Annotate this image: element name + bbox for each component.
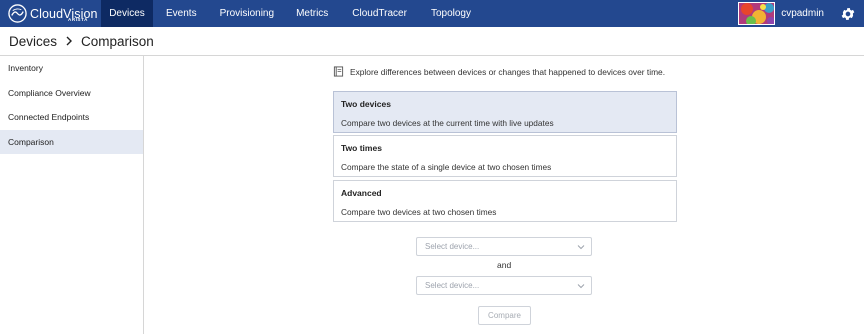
cloudvision-logo-icon	[8, 4, 27, 23]
chevron-right-icon	[65, 34, 73, 49]
device-select-placeholder: Select device...	[425, 281, 480, 290]
nav-metrics[interactable]: Metrics	[296, 0, 328, 27]
device-select-placeholder: Select device...	[425, 242, 480, 251]
brand-sub: ARISTA	[68, 17, 89, 22]
compare-button[interactable]: Compare	[478, 306, 531, 325]
avatar[interactable]	[738, 2, 776, 25]
device-select-1[interactable]: Select device...	[416, 237, 592, 256]
intro-text: Explore differences between devices or c…	[350, 66, 666, 77]
option-desc: Compare two devices at two chosen times	[341, 207, 497, 217]
nav-provisioning[interactable]: Provisioning	[220, 0, 274, 27]
and-label: and	[497, 260, 512, 270]
page-title: Comparison	[81, 33, 154, 49]
option-title: Two devices	[341, 99, 391, 109]
nav-devices[interactable]: Devices	[101, 0, 153, 27]
sidebar: Inventory Compliance Overview Connected …	[0, 56, 144, 334]
gear-icon[interactable]	[840, 6, 856, 22]
chevron-down-icon	[577, 245, 585, 250]
breadcrumb-devices[interactable]: Devices	[9, 34, 57, 49]
breadcrumb: Devices Comparison	[0, 27, 864, 56]
brand-logo[interactable]: CloudVision ARISTA	[0, 0, 101, 27]
option-desc: Compare the state of a single device at …	[341, 162, 552, 172]
nav-topology[interactable]: Topology	[431, 0, 471, 27]
option-two-times[interactable]: Two times Compare the state of a single …	[333, 135, 677, 177]
device-select-2[interactable]: Select device...	[416, 276, 592, 295]
nav-events[interactable]: Events	[166, 0, 197, 27]
nav-cloudtracer[interactable]: CloudTracer	[352, 0, 407, 27]
option-two-devices[interactable]: Two devices Compare two devices at the c…	[333, 91, 677, 133]
username[interactable]: cvpadmin	[781, 8, 824, 19]
top-nav: CloudVision ARISTA Devices Events Provis…	[0, 0, 864, 27]
sidebar-item-inventory[interactable]: Inventory	[0, 56, 143, 81]
option-title: Advanced	[341, 188, 382, 198]
chevron-down-icon	[577, 284, 585, 289]
option-desc: Compare two devices at the current time …	[341, 118, 554, 128]
intro: Explore differences between devices or c…	[333, 66, 665, 77]
sidebar-item-connected-endpoints[interactable]: Connected Endpoints	[0, 105, 143, 130]
sidebar-item-compliance-overview[interactable]: Compliance Overview	[0, 81, 143, 106]
option-title: Two times	[341, 143, 382, 153]
book-icon	[333, 66, 344, 77]
sidebar-item-comparison[interactable]: Comparison	[0, 129, 143, 154]
option-advanced[interactable]: Advanced Compare two devices at two chos…	[333, 180, 677, 222]
